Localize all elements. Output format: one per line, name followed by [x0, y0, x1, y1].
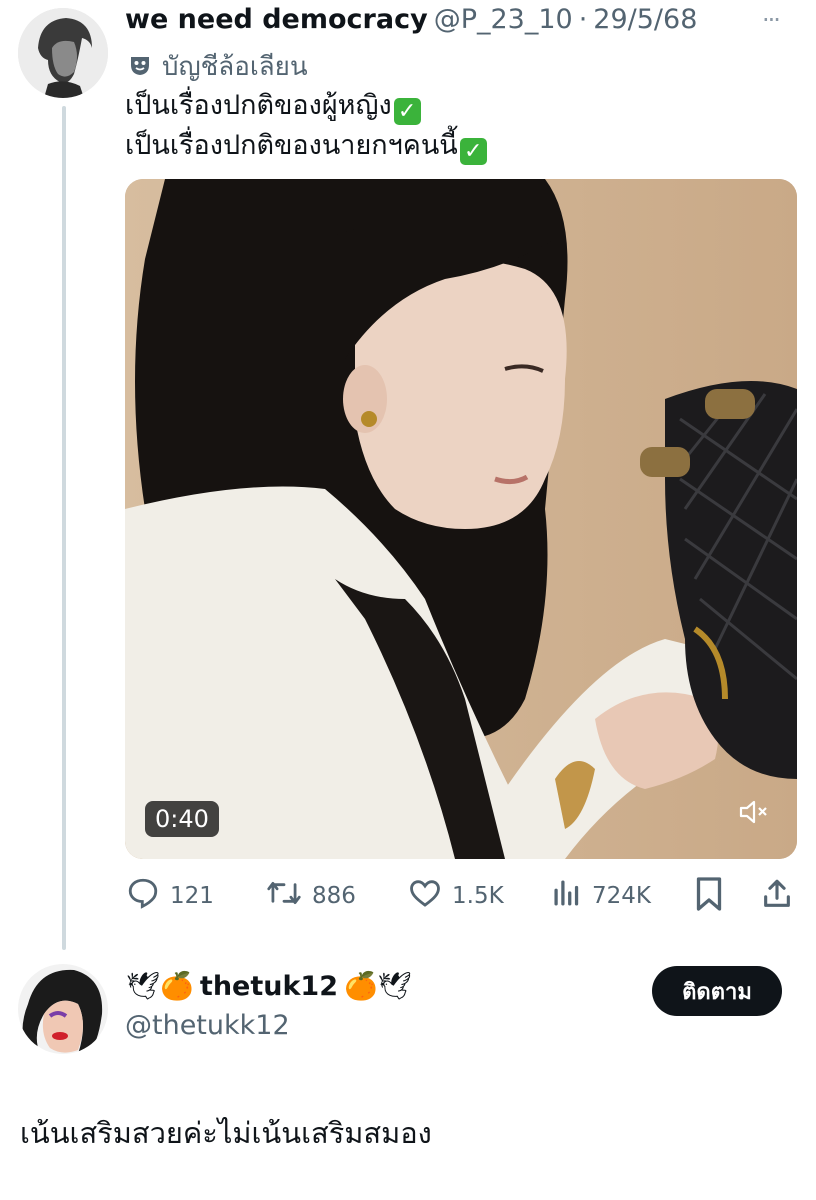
follow-button[interactable]: ติดตาม [652, 966, 782, 1016]
parody-label-text: บัญชีล้อเลียน [162, 52, 308, 82]
tweet-text-line: เป็นเรื่องปกติของนายกฯคนนี้ ✓ [125, 126, 487, 166]
video-frame [125, 179, 797, 859]
mute-icon[interactable] [739, 799, 769, 829]
tweet-text: เป็นเรื่องปกติของผู้หญิง ✓ เป็นเรื่องปกติ… [125, 86, 487, 166]
video-duration: 0:40 [145, 801, 219, 837]
parody-label: บัญชีล้อเลียน [128, 46, 308, 87]
check-mark-icon: ✓ [459, 138, 487, 165]
reply-author-handle[interactable]: @thetukk12 [125, 1010, 290, 1041]
orange-dove-emoji: 🍊🕊 [344, 971, 412, 1002]
views-count: 724K [592, 883, 651, 909]
views-action[interactable]: 724K [552, 876, 651, 916]
views-icon [552, 876, 582, 916]
tweet-date[interactable]: 29/5/68 [593, 4, 697, 35]
check-mark-icon: ✓ [393, 98, 421, 125]
share-icon[interactable] [760, 876, 794, 916]
bookmark-icon[interactable] [694, 876, 724, 916]
reply-icon [126, 876, 160, 916]
reply-action[interactable]: 121 [126, 876, 214, 916]
more-options-icon[interactable]: ··· [762, 6, 781, 34]
mask-icon [128, 53, 152, 81]
video-player[interactable]: 0:40 [125, 179, 797, 859]
retweet-action[interactable]: 886 [266, 876, 356, 916]
reply-text: เน้นเสริมสวยค่ะไม่เน้นเสริมสมอง [20, 1116, 432, 1150]
tweet-header: we need democracy @P_23_10 · 29/5/68 [125, 4, 697, 35]
thread-connector [62, 106, 66, 950]
author-avatar[interactable] [18, 8, 108, 98]
dove-orange-emoji: 🕊🍊 [126, 971, 194, 1002]
author-handle[interactable]: @P_23_10 [434, 4, 573, 35]
author-name[interactable]: we need democracy [125, 4, 428, 35]
tweet-text-line: เป็นเรื่องปกติของผู้หญิง ✓ [125, 86, 487, 126]
retweet-icon [266, 876, 302, 916]
like-count: 1.5K [452, 883, 504, 909]
like-action[interactable]: 1.5K [408, 876, 504, 916]
reply-author-name[interactable]: thetuk12 [200, 971, 338, 1002]
meta-separator: · [578, 4, 588, 35]
reply-header: 🕊🍊 thetuk12 🍊🕊 [126, 970, 412, 1003]
reply-count: 121 [170, 883, 214, 909]
reply-author-avatar[interactable] [18, 964, 108, 1054]
heart-icon [408, 876, 442, 916]
retweet-count: 886 [312, 883, 356, 909]
